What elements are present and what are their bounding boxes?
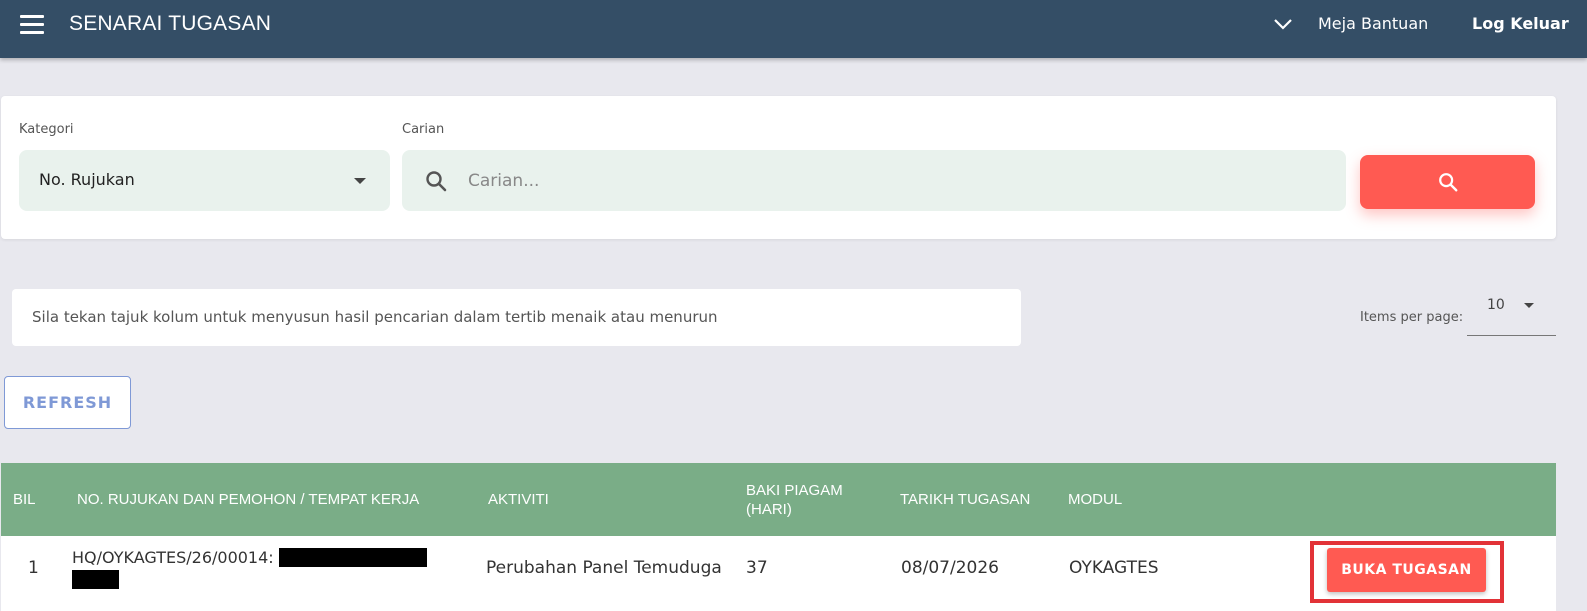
dropdown-caret-icon [354, 178, 366, 184]
kategori-selected-value: No. Rujukan [39, 170, 135, 189]
open-task-button[interactable]: BUKA TUGASAN [1327, 548, 1486, 592]
cell-modul: OYKAGTES [1069, 558, 1159, 578]
sort-hint-text: Sila tekan tajuk kolum untuk menyusun ha… [32, 308, 718, 326]
items-per-page-select[interactable]: 10 [1467, 286, 1556, 336]
column-header-tarikh[interactable]: TARIKH TUGASAN [900, 490, 1030, 509]
cell-aktiviti: Perubahan Panel Temuduga [486, 558, 722, 578]
search-icon [1439, 173, 1458, 192]
sort-hint-box: Sila tekan tajuk kolum untuk menyusun ha… [12, 289, 1021, 346]
cell-tarikh: 08/07/2026 [901, 558, 999, 578]
items-per-page-label: Items per page: [1360, 310, 1464, 325]
search-input[interactable] [468, 162, 1328, 200]
search-field[interactable] [402, 150, 1346, 211]
table-header-row: BIL NO. RUJUKAN DAN PEMOHON / TEMPAT KER… [1, 463, 1556, 536]
column-header-bil[interactable]: BIL [13, 490, 36, 509]
column-header-rujukan[interactable]: NO. RUJUKAN DAN PEMOHON / TEMPAT KERJA [77, 490, 419, 509]
column-header-modul[interactable]: MODUL [1068, 490, 1122, 509]
search-icon [426, 171, 447, 192]
carian-label: Carian [402, 122, 445, 137]
hamburger-menu-icon[interactable] [20, 15, 44, 35]
kategori-label: Kategori [19, 122, 74, 137]
items-per-page-value: 10 [1487, 297, 1505, 313]
chevron-down-icon[interactable] [1273, 16, 1293, 32]
cell-bil: 1 [28, 558, 39, 578]
cell-rujukan: HQ/OYKAGTES/26/00014: AAIDAH BINTI ABD M… [72, 547, 467, 591]
refresh-button[interactable]: REFRESH [4, 376, 131, 429]
page-title: SENARAI TUGASAN [69, 12, 272, 35]
reference-number: HQ/OYKAGTES/26/00014: [72, 548, 274, 567]
logout-link[interactable]: Log Keluar [1472, 14, 1569, 33]
cell-baki-piagam: 37 [746, 558, 768, 578]
dropdown-caret-icon [1524, 303, 1534, 308]
search-submit-button[interactable] [1360, 155, 1535, 209]
table-row: 1 HQ/OYKAGTES/26/00014: AAIDAH BINTI ABD… [1, 536, 1556, 611]
search-panel: Kategori Carian No. Rujukan [1, 96, 1556, 239]
kategori-select[interactable]: No. Rujukan [19, 150, 390, 211]
column-header-baki-piagam[interactable]: BAKI PIAGAM (HARI) [746, 481, 876, 519]
help-desk-link[interactable]: Meja Bantuan [1318, 14, 1428, 33]
column-header-aktiviti[interactable]: AKTIVITI [488, 490, 549, 509]
top-app-bar: SENARAI TUGASAN Meja Bantuan Log Keluar [0, 0, 1587, 58]
